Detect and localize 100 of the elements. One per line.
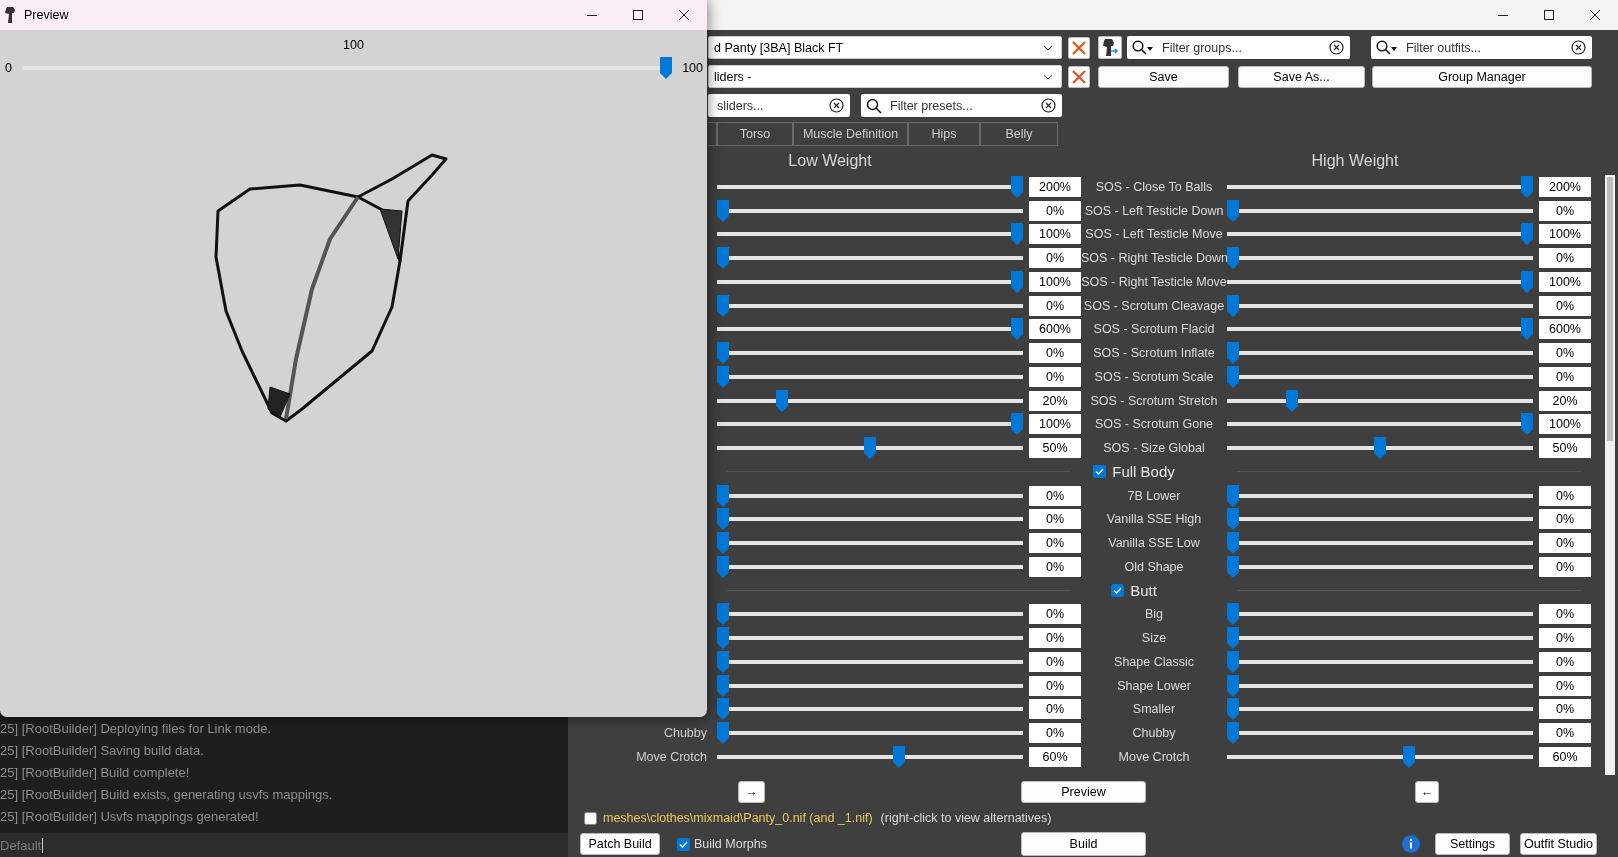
value-field[interactable]: 0% — [1029, 200, 1081, 221]
outfit-dropdown[interactable]: d Panty [3BA] Black FT — [708, 36, 1062, 59]
search-icon[interactable] — [1132, 40, 1154, 55]
value-field[interactable]: 0% — [1539, 651, 1591, 672]
filter-input[interactable]: Filter outfits... — [1402, 40, 1567, 55]
slider-thumb[interactable] — [1011, 270, 1023, 293]
checkbox[interactable] — [677, 837, 690, 851]
clear-icon[interactable] — [1041, 98, 1056, 113]
slider-thumb[interactable] — [1227, 698, 1239, 721]
slider-thumb[interactable] — [1227, 555, 1239, 578]
tab[interactable]: Torso — [717, 122, 793, 146]
outfit-button[interactable] — [1098, 36, 1122, 59]
checkbox[interactable] — [1093, 465, 1107, 479]
slider-thumb[interactable] — [1011, 223, 1023, 246]
slider-thumb[interactable] — [717, 484, 729, 507]
filter-sliders-field[interactable]: sliders... — [708, 94, 850, 117]
value-field[interactable]: 0% — [1539, 675, 1591, 696]
filter-input[interactable]: sliders... — [713, 98, 825, 113]
slider-thumb[interactable] — [660, 57, 673, 79]
value-field[interactable]: 100% — [1539, 414, 1591, 435]
value-field[interactable]: 0% — [1029, 651, 1081, 672]
clear-icon[interactable] — [829, 98, 844, 113]
slider-thumb[interactable] — [1227, 365, 1239, 388]
slider-thumb[interactable] — [717, 722, 729, 745]
slider-thumb[interactable] — [717, 342, 729, 365]
slider-thumb[interactable] — [1011, 175, 1023, 198]
slider-thumb[interactable] — [1521, 270, 1533, 293]
filter-presets-field[interactable]: Filter presets... — [861, 94, 1062, 117]
slider-thumb[interactable] — [1227, 508, 1239, 531]
value-field[interactable]: 600% — [1029, 319, 1081, 340]
value-field[interactable]: 0% — [1539, 366, 1591, 387]
filter-outfits-field[interactable]: Filter outfits... — [1371, 36, 1592, 59]
slider-thumb[interactable] — [1374, 437, 1386, 460]
slider-thumb[interactable] — [1285, 389, 1298, 412]
copy-right-button[interactable]: → — [738, 781, 765, 803]
slider-thumb[interactable] — [717, 650, 729, 673]
outfit-studio-button[interactable]: Outfit Studio — [1520, 833, 1597, 855]
filter-input[interactable]: Filter groups... — [1158, 40, 1325, 55]
value-field[interactable]: 100% — [1539, 271, 1591, 292]
value-field[interactable]: 20% — [1029, 390, 1081, 411]
slider-thumb[interactable] — [717, 603, 729, 626]
slider-thumb[interactable] — [1227, 199, 1239, 222]
slider-thumb[interactable] — [1011, 413, 1023, 436]
save-as-button[interactable]: Save As... — [1238, 65, 1365, 88]
value-field[interactable]: 100% — [1539, 224, 1591, 245]
value-field[interactable]: 0% — [1029, 723, 1081, 744]
remove-button[interactable] — [1068, 65, 1090, 88]
slider-thumb[interactable] — [717, 508, 729, 531]
tab[interactable]: Hips — [908, 122, 980, 146]
slider-thumb[interactable] — [717, 555, 729, 578]
slider-thumb[interactable] — [1227, 294, 1239, 317]
value-field[interactable]: 0% — [1029, 604, 1081, 625]
settings-button[interactable]: Settings — [1435, 833, 1510, 855]
save-button[interactable]: Save — [1098, 65, 1229, 88]
value-field[interactable]: 0% — [1029, 675, 1081, 696]
slider-thumb[interactable] — [1227, 247, 1239, 270]
value-field[interactable]: 60% — [1539, 746, 1591, 767]
filter-input[interactable]: Filter presets... — [886, 98, 1037, 113]
value-field[interactable]: 600% — [1539, 319, 1591, 340]
value-field[interactable]: 0% — [1539, 200, 1591, 221]
value-field[interactable]: 0% — [1539, 295, 1591, 316]
scrollbar[interactable] — [1605, 175, 1615, 775]
slider-thumb[interactable] — [1227, 627, 1239, 650]
value-field[interactable]: 100% — [1029, 224, 1081, 245]
value-field[interactable]: 0% — [1029, 485, 1081, 506]
value-field[interactable]: 0% — [1539, 485, 1591, 506]
value-field[interactable]: 0% — [1539, 509, 1591, 530]
slider-thumb[interactable] — [1521, 413, 1533, 436]
value-field[interactable]: 0% — [1539, 556, 1591, 577]
slider-thumb[interactable] — [1227, 674, 1239, 697]
slider-thumb[interactable] — [1227, 722, 1239, 745]
slider-thumb[interactable] — [775, 389, 788, 412]
slider-thumb[interactable] — [717, 199, 729, 222]
info-icon[interactable] — [1402, 835, 1420, 853]
slider-thumb[interactable] — [717, 627, 729, 650]
value-field[interactable]: 50% — [1029, 438, 1081, 459]
checkbox[interactable] — [584, 811, 597, 825]
group-manager-button[interactable]: Group Manager — [1372, 65, 1592, 88]
slider-thumb[interactable] — [1011, 318, 1023, 341]
clear-icon[interactable] — [1571, 40, 1586, 55]
value-field[interactable]: 100% — [1029, 414, 1081, 435]
slider-thumb[interactable] — [717, 365, 729, 388]
value-field[interactable]: 60% — [1029, 746, 1081, 767]
value-field[interactable]: 0% — [1029, 366, 1081, 387]
slider-thumb[interactable] — [717, 698, 729, 721]
value-field[interactable]: 0% — [1539, 248, 1591, 269]
preview-button[interactable]: Preview — [1021, 781, 1146, 803]
patch-build-button[interactable]: Patch Build — [580, 833, 660, 855]
slider-thumb[interactable] — [717, 247, 729, 270]
value-field[interactable]: 0% — [1539, 604, 1591, 625]
checkbox[interactable] — [1111, 584, 1125, 598]
value-field[interactable]: 0% — [1539, 533, 1591, 554]
value-field[interactable]: 20% — [1539, 390, 1591, 411]
value-field[interactable]: 200% — [1539, 176, 1591, 197]
value-field[interactable]: 0% — [1029, 295, 1081, 316]
value-field[interactable]: 0% — [1029, 343, 1081, 364]
value-field[interactable]: 0% — [1539, 723, 1591, 744]
value-field[interactable]: 0% — [1029, 628, 1081, 649]
slider-thumb[interactable] — [717, 294, 729, 317]
slider-thumb[interactable] — [1521, 175, 1533, 198]
